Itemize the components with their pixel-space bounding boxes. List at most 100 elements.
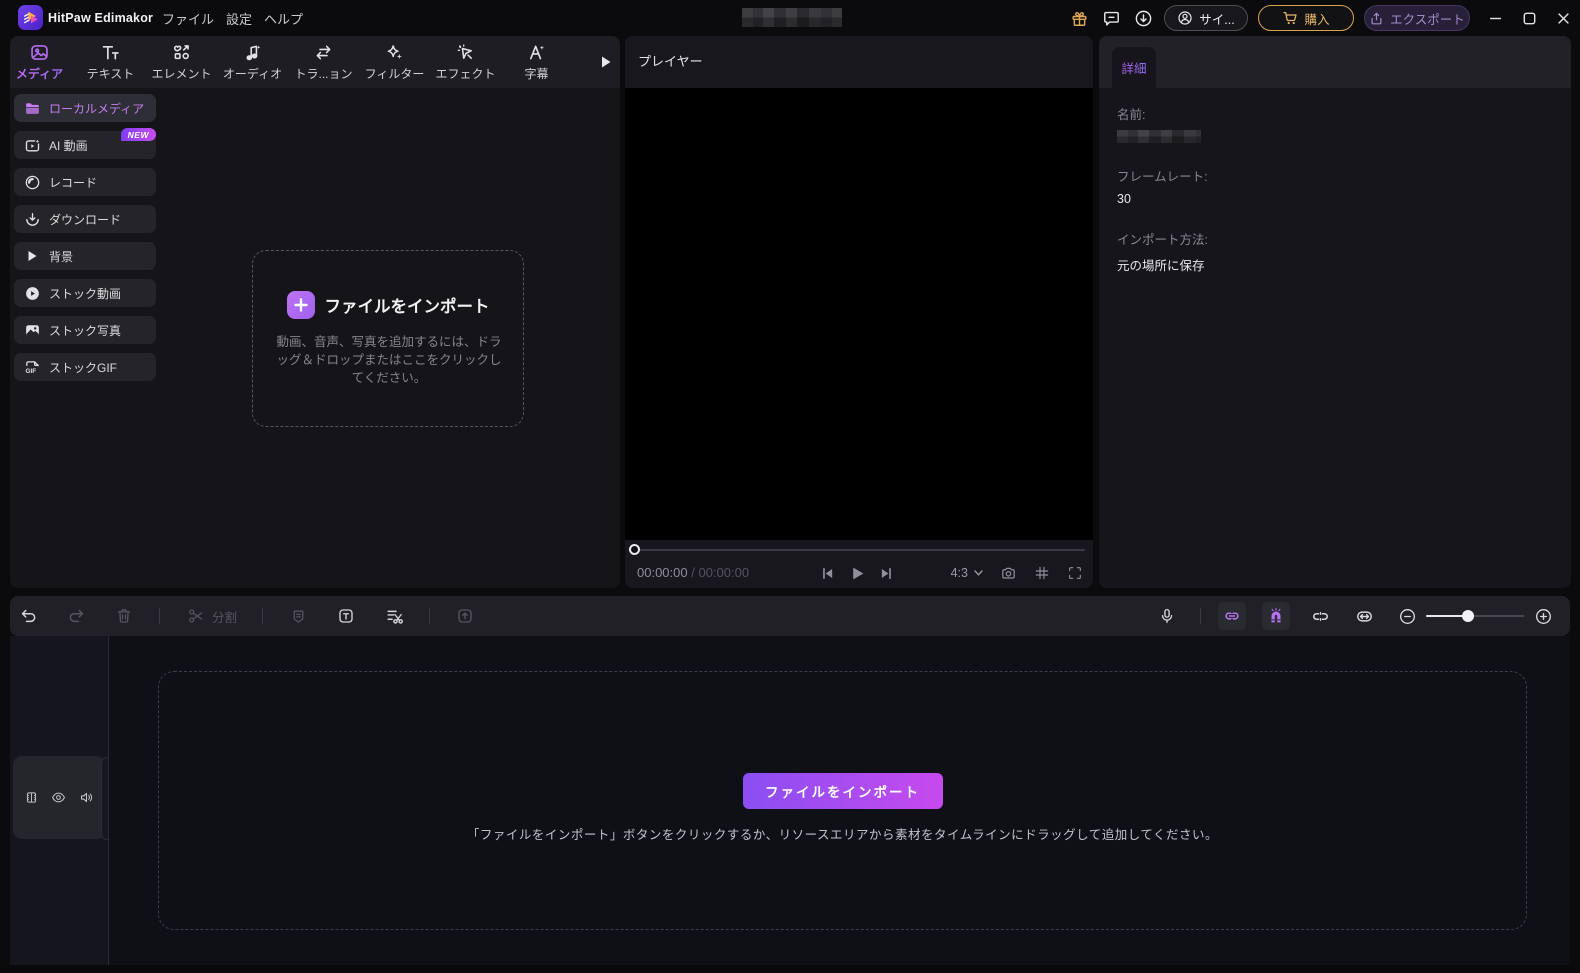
- media-import-dropzone[interactable]: ファイルをインポート 動画、音声、写真を追加するには、ドラッグ＆ドロップまたはこ…: [252, 250, 524, 427]
- ribbon-expand-icon[interactable]: [600, 36, 612, 88]
- timeline-import-button[interactable]: ファイルをインポート: [743, 773, 943, 809]
- text-box-icon[interactable]: [322, 596, 370, 636]
- aspect-ratio-select[interactable]: 4:3: [951, 566, 983, 580]
- feedback-icon[interactable]: [1098, 5, 1124, 31]
- element-icon: [171, 42, 192, 62]
- magnet-icon[interactable]: [1262, 602, 1290, 630]
- tab-effect[interactable]: エフェクト: [430, 36, 501, 88]
- fit-timeline-icon[interactable]: [1350, 602, 1378, 630]
- snapshot-icon[interactable]: [1000, 565, 1017, 582]
- tab-details[interactable]: 詳細: [1112, 47, 1156, 88]
- tab-media[interactable]: メディア: [10, 36, 75, 88]
- titlebar-right: サイ... 購入 エクスポート: [1066, 0, 1580, 36]
- undo-icon[interactable]: [4, 596, 52, 636]
- plus-icon: [287, 291, 315, 319]
- toolbar-separator: [262, 608, 263, 624]
- app-title: HitPaw Edimakor: [48, 0, 153, 36]
- fullscreen-icon[interactable]: [1067, 565, 1083, 581]
- import-method-value: 元の場所に保存: [1117, 255, 1537, 274]
- seek-bar[interactable]: [625, 540, 1093, 558]
- timeline-dropzone[interactable]: ファイルをインポート 「ファイルをインポート」ボタンをクリックするか、リソースエ…: [158, 671, 1527, 930]
- spacer: [1117, 143, 1537, 166]
- sidebar-item-label: ストックGIF: [49, 359, 117, 376]
- person-icon: [1177, 10, 1193, 26]
- sidebar-item-ai-video[interactable]: AI 動画 NEW: [14, 131, 156, 159]
- track-mute-icon[interactable]: [79, 790, 94, 805]
- tab-label: エレメント: [151, 65, 211, 82]
- timecode-total-group: / 00:00:00: [691, 565, 749, 580]
- tab-transition[interactable]: トラ...ョン: [288, 36, 359, 88]
- player-panel: プレイヤー 00:00:00 / 00:00:00: [625, 36, 1093, 588]
- menubar: ファイル 設定 ヘルプ: [162, 0, 303, 36]
- sidebar-item-background[interactable]: 背景: [14, 242, 156, 270]
- buy-button[interactable]: 購入: [1258, 5, 1354, 31]
- gift-icon[interactable]: [1066, 5, 1092, 31]
- sidebar-item-local-media[interactable]: ローカルメディア: [14, 94, 156, 122]
- new-badge: NEW: [121, 128, 156, 141]
- aspect-ratio-value: 4:3: [951, 566, 968, 580]
- sidebar-item-stock-photo[interactable]: ストック写真: [14, 316, 156, 344]
- split-button[interactable]: 分割: [171, 596, 251, 636]
- import-zone-description: 動画、音声、写真を追加するには、ドラッグ＆ドロップまたはここをクリックしてくださ…: [271, 333, 507, 387]
- details-body: 名前: フレームレート: 30 インポート方法: 元の場所に保存: [1117, 104, 1537, 274]
- menu-help[interactable]: ヘルプ: [264, 9, 303, 28]
- timeline-gutter: [10, 636, 108, 965]
- toolbar-left: 分割: [4, 596, 489, 636]
- stock-gif-icon: GIF: [24, 359, 41, 376]
- player-controls: 00:00:00 / 00:00:00 4:3: [625, 558, 1093, 588]
- redo-icon[interactable]: [52, 596, 100, 636]
- tab-label: エフェクト: [435, 65, 495, 82]
- zoom-in-icon[interactable]: [1529, 602, 1557, 630]
- tab-filter[interactable]: フィルター: [359, 36, 430, 88]
- name-label: 名前:: [1117, 104, 1537, 123]
- titlebar: HitPaw Edimakor ファイル 設定 ヘルプ: [0, 0, 1580, 36]
- sidebar-item-download[interactable]: ダウンロード: [14, 205, 156, 233]
- transport-controls: [821, 558, 893, 588]
- toolbar-separator: [429, 608, 430, 624]
- zoom-out-icon[interactable]: [1393, 602, 1421, 630]
- current-time: 00:00:00: [637, 565, 688, 580]
- track-visibility-icon[interactable]: [51, 790, 66, 805]
- marker-icon[interactable]: [274, 596, 322, 636]
- folder-icon: [24, 100, 41, 117]
- previous-frame-icon[interactable]: [821, 567, 834, 580]
- split-label: 分割: [212, 607, 237, 626]
- play-icon[interactable]: [850, 566, 865, 581]
- close-icon[interactable]: [1546, 0, 1580, 36]
- export-label: エクスポート: [1390, 9, 1465, 28]
- export-clip-icon[interactable]: [441, 596, 489, 636]
- tab-label: メディア: [16, 65, 63, 82]
- toolbar-right: [1153, 596, 1557, 636]
- tab-label: トラ...ョン: [294, 65, 352, 82]
- trash-icon[interactable]: [100, 596, 148, 636]
- export-button[interactable]: エクスポート: [1364, 5, 1470, 31]
- grid-icon[interactable]: [1034, 565, 1050, 581]
- timeline-zoom-slider[interactable]: [1426, 602, 1524, 630]
- link-icon[interactable]: [1218, 602, 1246, 630]
- sidebar-item-label: 背景: [49, 248, 73, 265]
- next-frame-icon[interactable]: [880, 567, 893, 580]
- sidebar-item-stock-gif[interactable]: GIF ストックGIF: [14, 353, 156, 381]
- text-split-icon[interactable]: [370, 596, 418, 636]
- seek-track[interactable]: [633, 549, 1085, 551]
- mic-icon[interactable]: [1153, 602, 1181, 630]
- tab-subtitle[interactable]: 字幕: [501, 36, 572, 88]
- account-button[interactable]: サイ...: [1164, 5, 1248, 31]
- ribbon-tab-strip: メディア テキスト: [10, 36, 620, 88]
- menu-settings[interactable]: 設定: [226, 9, 252, 28]
- tab-text[interactable]: テキスト: [75, 36, 146, 88]
- sidebar-item-record[interactable]: レコード: [14, 168, 156, 196]
- download-icon[interactable]: [1130, 5, 1156, 31]
- seek-knob[interactable]: [629, 544, 640, 555]
- app-logo: [18, 5, 43, 30]
- tab-audio[interactable]: オーディオ: [217, 36, 288, 88]
- project-name-censored: [742, 8, 842, 27]
- transition-icon: [313, 42, 334, 62]
- zoom-slider-knob[interactable]: [1462, 610, 1474, 622]
- tab-element[interactable]: エレメント: [146, 36, 217, 88]
- menu-file[interactable]: ファイル: [162, 9, 214, 28]
- unlink-icon[interactable]: [1306, 602, 1334, 630]
- sidebar-item-stock-video[interactable]: ストック動画: [14, 279, 156, 307]
- minimize-icon[interactable]: [1478, 0, 1512, 36]
- maximize-icon[interactable]: [1512, 0, 1546, 36]
